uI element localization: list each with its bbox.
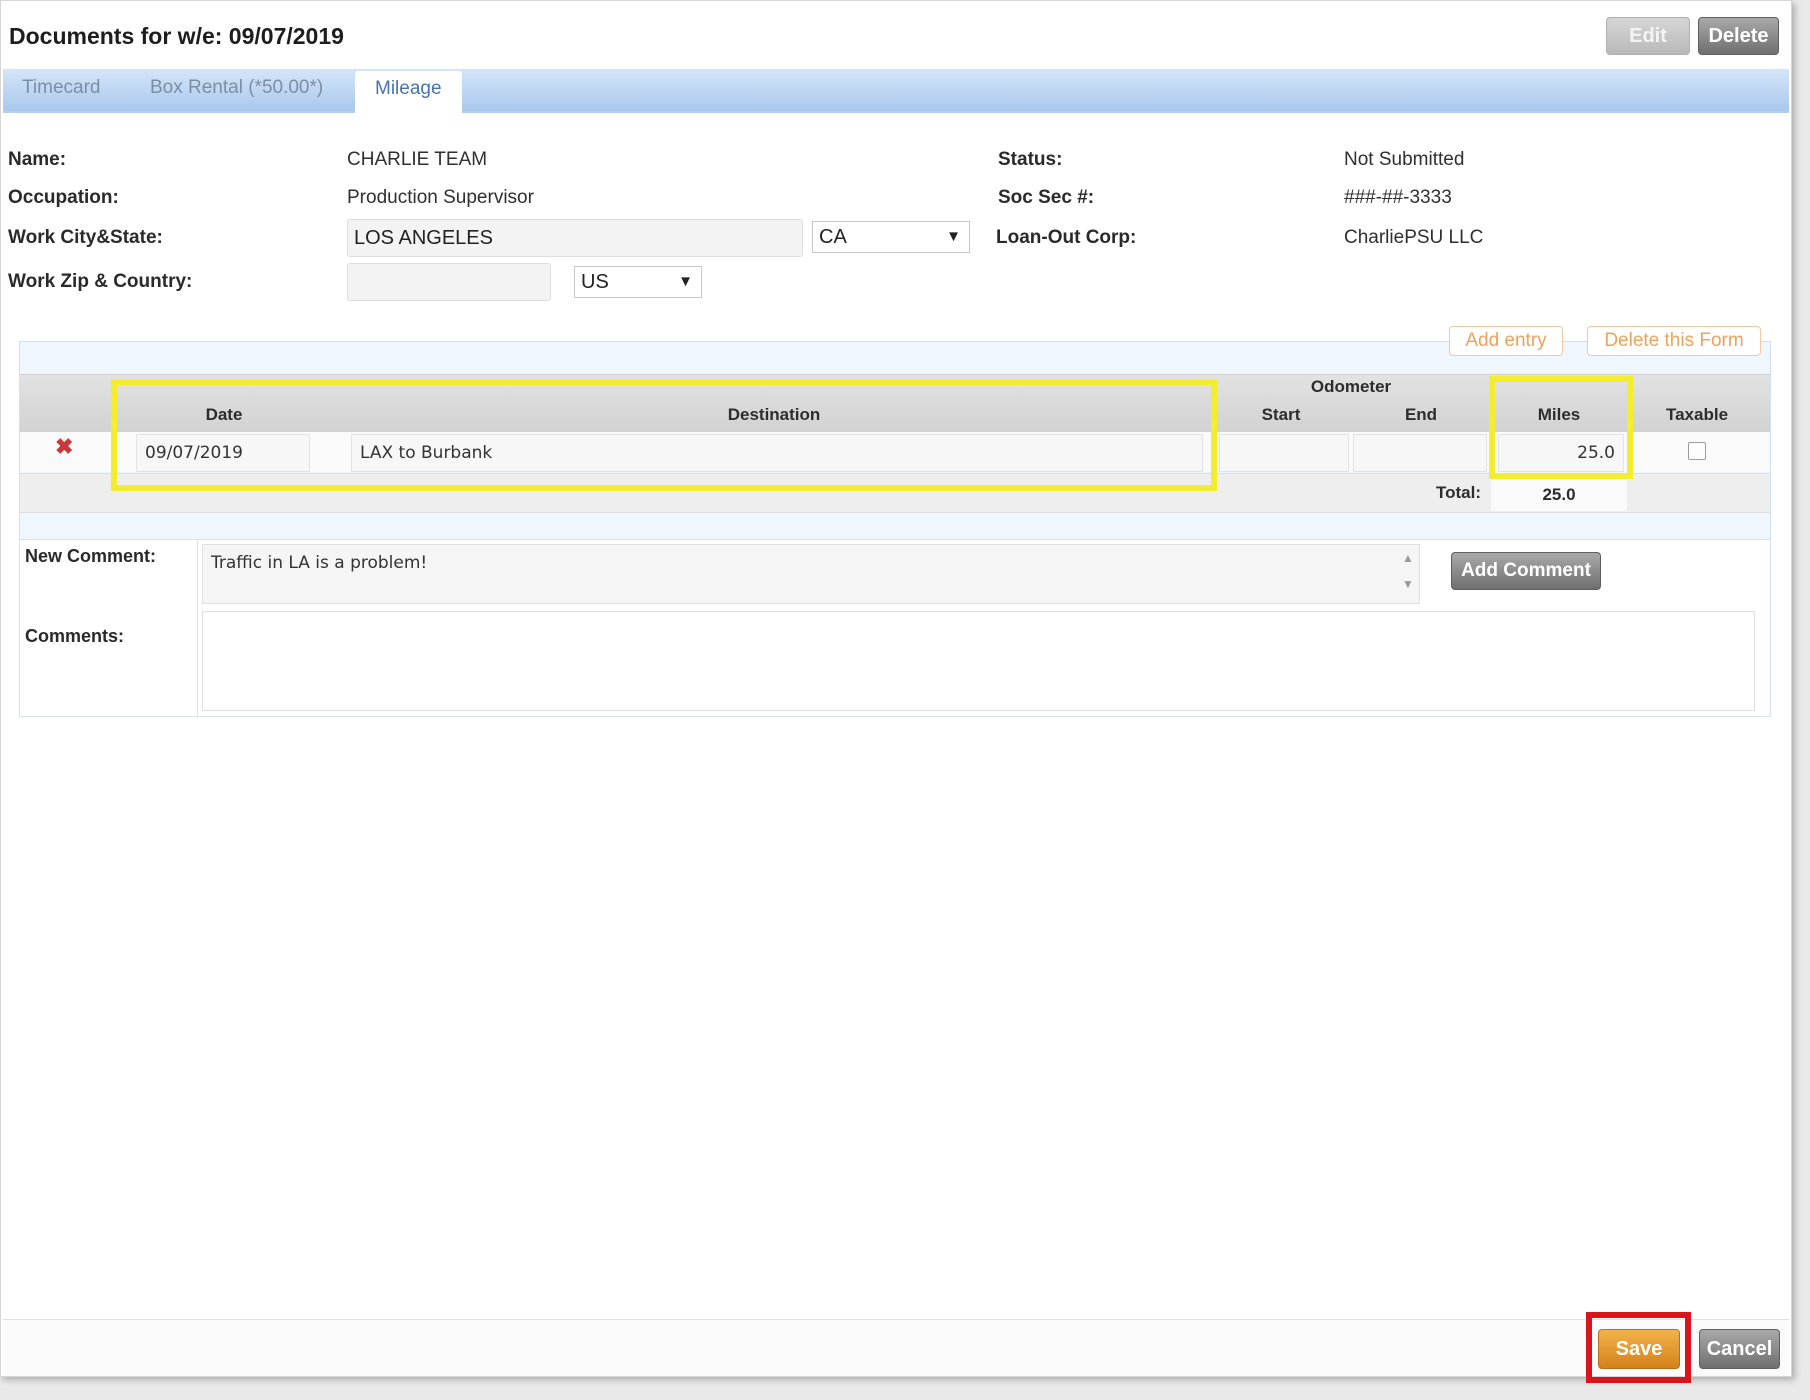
comments-divider [197,539,198,717]
loanout-value: CharliePSU LLC [1344,227,1484,248]
footer-bar [3,1319,1789,1376]
ssn-label: Soc Sec #: [998,187,1095,208]
end-header: End [1404,405,1438,424]
tab-box-rental[interactable]: Box Rental (*50.00*) [150,77,323,99]
scrollbar[interactable]: ▲ ▼ [1397,545,1419,601]
add-entry-button[interactable]: Add entry [1449,326,1563,356]
name-value: CHARLIE TEAM [347,149,488,170]
total-value: 25.0 [1542,485,1576,504]
work-city-label: Work City&State: [8,227,163,248]
save-button[interactable]: Save [1598,1329,1680,1369]
comments-label: Comments: [25,626,125,646]
close-icon[interactable]: ✖ [55,434,73,460]
odometer-end-input[interactable] [1353,434,1487,472]
ssn-value: ###-##-3333 [1344,187,1452,208]
work-country-select[interactable]: US ▼ [574,266,702,298]
status-label: Status: [998,149,1063,170]
work-zip-input[interactable] [347,263,551,301]
work-city-input[interactable]: LOS ANGELES [347,219,803,257]
occupation-label: Occupation: [8,187,119,208]
comments-display [202,611,1755,711]
delete-form-button[interactable]: Delete this Form [1587,326,1761,356]
tab-mileage[interactable]: Mileage [355,71,462,113]
name-label: Name: [8,149,67,170]
miles-highlight [1489,376,1633,479]
chevron-down-icon: ▼ [946,228,961,245]
documents-window: Documents for w/e: 09/07/2019 Edit Delet… [0,0,1792,1383]
new-comment-input[interactable]: Traffic in LA is a problem! [202,544,1420,604]
work-state-select[interactable]: CA ▼ [812,221,970,253]
occupation-value: Production Supervisor [347,187,534,208]
taxable-header: Taxable [1665,405,1729,424]
cancel-button[interactable]: Cancel [1699,1329,1780,1369]
edit-button[interactable]: Edit [1606,17,1690,55]
window-title: Documents for w/e: 09/07/2019 [9,23,344,49]
work-country-value: US [581,271,609,293]
total-label: Total: [1435,483,1481,502]
work-zip-label: Work Zip & Country: [8,271,193,292]
delete-button[interactable]: Delete [1698,17,1779,55]
odometer-header: Odometer [1310,377,1392,396]
start-header: Start [1261,405,1301,424]
new-comment-label: New Comment: [25,546,157,566]
odometer-start-input[interactable] [1219,434,1349,472]
work-state-value: CA [819,226,847,248]
chevron-down-icon: ▼ [678,273,693,290]
loanout-label: Loan-Out Corp: [996,227,1137,248]
taxable-checkbox[interactable] [1688,442,1706,460]
date-destination-highlight [111,379,1217,491]
status-value: Not Submitted [1344,149,1465,170]
tab-timecard[interactable]: Timecard [22,77,100,99]
add-comment-button[interactable]: Add Comment [1451,552,1601,590]
